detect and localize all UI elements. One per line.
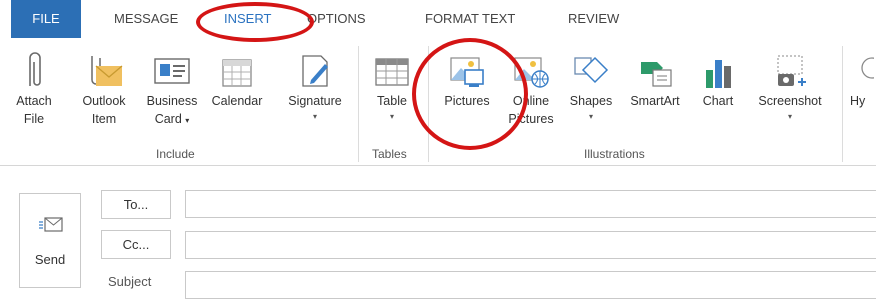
smartart-icon (622, 46, 688, 90)
group-label-tables: Tables (372, 147, 407, 161)
send-button[interactable]: Send (19, 193, 81, 288)
dropdown-arrow-icon: ▾ (389, 112, 394, 121)
business-card-button[interactable]: Business Card ▾ (140, 46, 204, 130)
online-pictures-button[interactable]: Online Pictures (500, 46, 562, 128)
group-label-illustrations: Illustrations (584, 147, 645, 161)
dropdown-arrow-icon: ▾ (588, 112, 593, 121)
message-header: Send To... Cc... Subject (0, 166, 876, 301)
calendar-icon (206, 46, 268, 90)
globe-icon (850, 46, 876, 90)
smartart-button[interactable]: SmartArt (622, 46, 688, 110)
table-icon (368, 46, 416, 90)
paperclip-icon (14, 46, 54, 90)
hyperlink-button[interactable]: Hy (850, 46, 876, 110)
screenshot-icon (746, 46, 834, 90)
cc-field[interactable] (185, 231, 876, 259)
chart-button[interactable]: Chart (696, 46, 740, 110)
tab-message[interactable]: MESSAGE (114, 9, 178, 29)
subject-label: Subject (108, 274, 152, 289)
group-label-include: Include (156, 147, 195, 161)
outlook-item-icon (76, 46, 132, 90)
chart-icon (696, 46, 740, 90)
tab-insert[interactable]: INSERT (224, 9, 271, 29)
calendar-button[interactable]: Calendar (206, 46, 268, 110)
signature-button[interactable]: Signature ▾ (278, 46, 352, 124)
group-separator (842, 46, 843, 162)
to-button[interactable]: To... (101, 190, 171, 219)
tab-format-text[interactable]: FORMAT TEXT (425, 9, 515, 29)
dropdown-arrow-icon: ▾ (312, 112, 317, 121)
group-separator (428, 46, 429, 162)
tab-file[interactable]: FILE (11, 0, 81, 38)
screenshot-button[interactable]: Screenshot ▾ (746, 46, 834, 124)
tab-options[interactable]: OPTIONS (307, 9, 366, 29)
online-pictures-icon (500, 46, 562, 90)
send-envelope-icon (39, 217, 63, 232)
attach-file-button[interactable]: Attach File (14, 46, 54, 128)
signature-icon (278, 46, 352, 90)
to-field[interactable] (185, 190, 876, 218)
business-card-icon (140, 46, 204, 90)
cc-button[interactable]: Cc... (101, 230, 171, 259)
table-button[interactable]: Table ▾ (368, 46, 416, 124)
dropdown-arrow-icon: ▾ (787, 112, 792, 121)
ribbon-insert: Attach File Outlook Item Business Card ▾ (0, 38, 876, 166)
tab-review[interactable]: REVIEW (568, 9, 619, 29)
pictures-button[interactable]: Pictures (436, 46, 498, 110)
group-separator (358, 46, 359, 162)
outlook-item-button[interactable]: Outlook Item (76, 46, 132, 128)
shapes-button[interactable]: Shapes ▾ (564, 46, 618, 124)
dropdown-arrow-icon: ▾ (185, 116, 190, 125)
pictures-icon (436, 46, 498, 90)
subject-field[interactable] (185, 271, 876, 299)
ribbon-tab-bar: FILE MESSAGE INSERT OPTIONS FORMAT TEXT … (0, 0, 876, 38)
shapes-icon (564, 46, 618, 90)
